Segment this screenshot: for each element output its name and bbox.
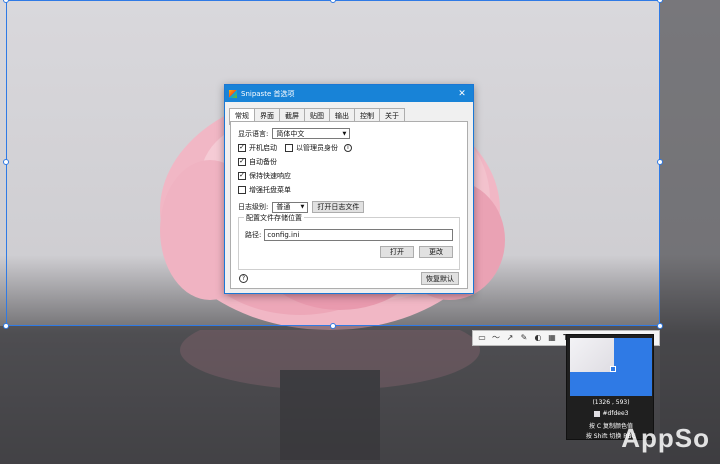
autostart-checkbox[interactable]: ✓ [238, 143, 246, 152]
rectangle-tool-icon[interactable]: ▭ [477, 333, 487, 343]
quick-response-checkbox[interactable]: ✓ [238, 171, 246, 180]
auto-backup-checkbox[interactable]: ✓ [238, 157, 246, 166]
resize-handle-bl[interactable] [3, 323, 9, 329]
color-swatch [593, 410, 600, 417]
chevron-down-icon: ▼ [342, 130, 347, 137]
log-level-value: 普通 [276, 203, 291, 211]
outside-mask-bottom [0, 326, 660, 464]
config-group-title: 配置文件存储位置 [244, 213, 304, 223]
help-icon[interactable]: ? [239, 274, 248, 283]
polyline-tool-icon[interactable]: 〜 [491, 333, 501, 343]
language-select[interactable]: 简体中文 ▼ [272, 128, 351, 139]
tray-menu-label: 增强托盘菜单 [249, 185, 291, 194]
resize-handle-mr[interactable] [657, 159, 663, 165]
open-log-button[interactable]: 打开日志文件 [312, 201, 365, 213]
snipaste-icon [229, 89, 237, 98]
path-input[interactable]: config.ini [264, 229, 453, 241]
dialog-title: Snipaste 首选项 [241, 89, 295, 98]
marker-tool-icon[interactable]: ◐ [533, 333, 543, 343]
close-icon[interactable]: ✕ [451, 85, 473, 102]
cursor-coordinates: (1326 , 593) [592, 399, 630, 406]
arrow-tool-icon[interactable]: ↗ [505, 333, 515, 343]
quick-response-label: 保持快速响应 [249, 171, 291, 180]
open-button[interactable]: 打开 [380, 246, 414, 258]
tray-menu-checkbox[interactable] [238, 185, 246, 194]
resize-handle-bm[interactable] [330, 323, 336, 329]
preferences-dialog: Snipaste 首选项 ✕ 常规 界面 截屏 贴图 输出 控制 关于 显示语言… [224, 84, 474, 294]
dialog-footer: ? 恢复默认 [239, 272, 459, 285]
magnified-view [570, 338, 652, 396]
dialog-titlebar[interactable]: Snipaste 首选项 ✕ [225, 85, 473, 102]
resize-handle-br[interactable] [657, 323, 663, 329]
resize-handle-ml[interactable] [3, 159, 9, 165]
log-level-select[interactable]: 普通 ▼ [272, 201, 309, 213]
language-label: 显示语言: [238, 129, 269, 138]
mosaic-tool-icon[interactable]: ▦ [547, 333, 557, 343]
color-hex: #dfdee3 [602, 410, 629, 417]
appso-watermark: AppSo [621, 423, 710, 453]
language-value: 简体中文 [276, 129, 305, 138]
change-button[interactable]: 更改 [419, 246, 453, 258]
outside-mask-right [660, 0, 720, 464]
admin-label: 以管理员身份 [296, 143, 338, 152]
resize-handle-tl[interactable] [3, 0, 9, 3]
log-level-label: 日志级别: [238, 203, 269, 211]
config-location-group: 配置文件存储位置 路径: config.ini 打开 更改 [238, 213, 460, 270]
autostart-label: 开机启动 [249, 143, 277, 152]
admin-checkbox[interactable] [285, 143, 293, 152]
resize-handle-tm[interactable] [330, 0, 336, 3]
general-panel: 显示语言: 简体中文 ▼ ✓ 开机启动 以管理员身份 i ✓ 自动备份 ✓ 保持… [230, 121, 468, 289]
restore-defaults-button[interactable]: 恢复默认 [421, 272, 459, 285]
path-label: 路径: [245, 231, 262, 239]
cursor-pixel [610, 366, 616, 372]
color-readout: #dfdee3 [567, 410, 655, 417]
chevron-down-icon: ▼ [300, 204, 305, 210]
auto-backup-label: 自动备份 [249, 157, 277, 166]
info-icon[interactable]: i [344, 143, 352, 152]
pencil-tool-icon[interactable]: ✎ [519, 333, 529, 343]
